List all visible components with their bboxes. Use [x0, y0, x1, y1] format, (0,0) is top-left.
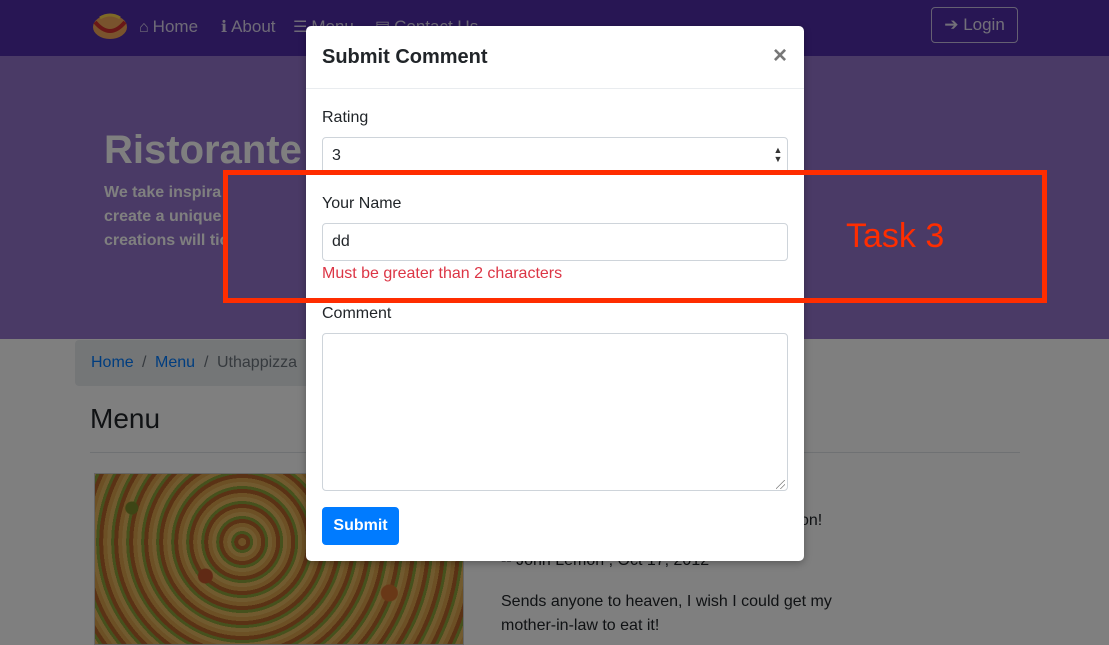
submit-button[interactable]: Submit [322, 507, 399, 545]
close-button[interactable]: × [770, 42, 790, 70]
comment-label: Comment [322, 305, 392, 322]
rating-label: Rating [322, 109, 369, 126]
modal-header: Submit Comment × [306, 26, 804, 89]
task-label: Task 3 [846, 217, 945, 255]
select-arrows-icon: ▲ ▼ [773, 145, 783, 164]
comment-textarea[interactable] [322, 333, 788, 491]
modal-title: Submit Comment [322, 46, 488, 68]
resize-handle-icon[interactable] [776, 480, 785, 489]
rating-select-value: 3 [332, 147, 341, 164]
